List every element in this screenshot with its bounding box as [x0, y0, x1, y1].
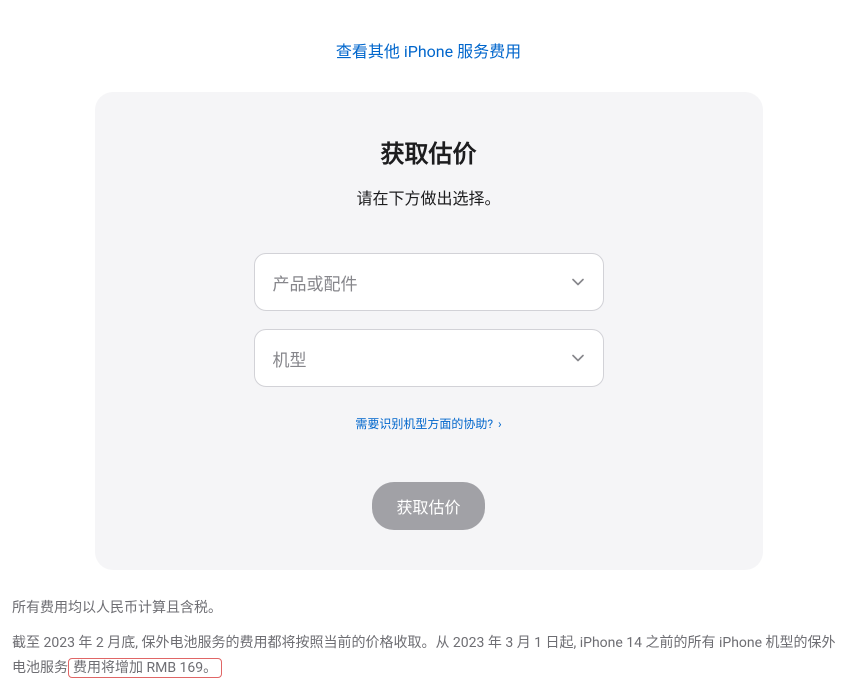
model-select-placeholder: 机型: [273, 346, 307, 371]
chevron-down-icon: [571, 351, 585, 365]
top-link-wrapper: 查看其他 iPhone 服务费用: [10, 0, 847, 92]
chevron-right-icon: ›: [498, 417, 502, 431]
chevron-down-icon: [571, 275, 585, 289]
get-estimate-button[interactable]: 获取估价: [372, 482, 484, 530]
product-select[interactable]: 产品或配件: [254, 253, 604, 311]
price-increase-highlight: 费用将增加 RMB 169。: [68, 658, 222, 678]
estimate-card: 获取估价 请在下方做出选择。 产品或配件 机型 需要识别机型方面的协助? › 获…: [95, 92, 763, 570]
other-service-fees-link[interactable]: 查看其他 iPhone 服务费用: [336, 42, 521, 61]
product-select-placeholder: 产品或配件: [273, 270, 358, 295]
identify-model-help-link[interactable]: 需要识别机型方面的协助? ›: [355, 417, 501, 431]
page-container: 查看其他 iPhone 服务费用 获取估价 请在下方做出选择。 产品或配件 机型…: [0, 0, 857, 682]
card-title: 获取估价: [381, 134, 477, 169]
model-select[interactable]: 机型: [254, 329, 604, 387]
help-link-text: 需要识别机型方面的协助?: [355, 417, 493, 431]
footer-line-1: 所有费用均以人民币计算且含税。: [12, 596, 845, 621]
card-subtitle: 请在下方做出选择。: [356, 185, 500, 209]
footer-line-2: 截至 2023 年 2 月底, 保外电池服务的费用都将按照当前的价格收取。从 2…: [12, 631, 845, 681]
footer-notes: 所有费用均以人民币计算且含税。 截至 2023 年 2 月底, 保外电池服务的费…: [10, 596, 847, 682]
help-link-wrapper: 需要识别机型方面的协助? ›: [355, 413, 501, 432]
